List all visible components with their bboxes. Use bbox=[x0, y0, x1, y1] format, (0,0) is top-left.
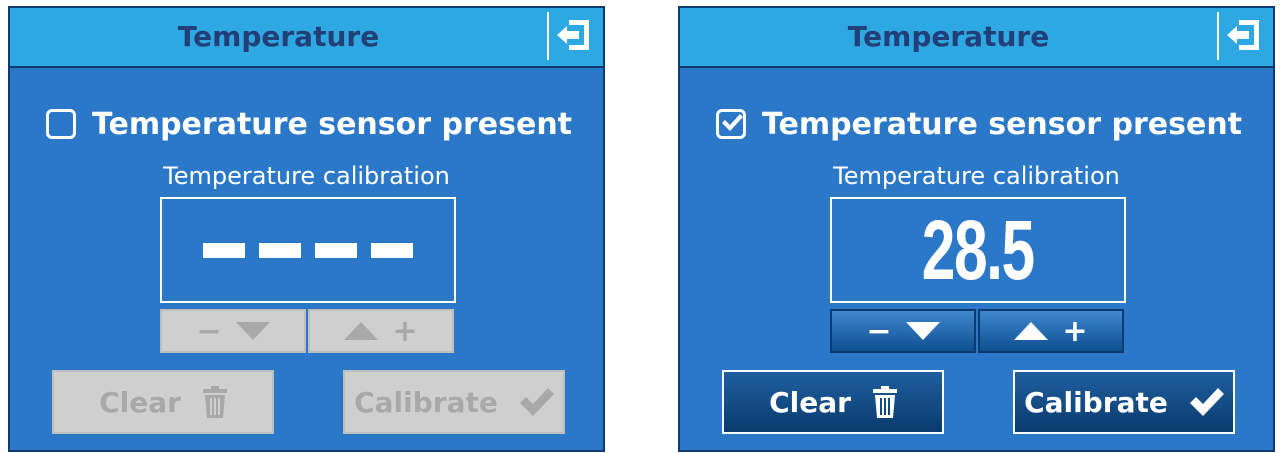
exit-icon bbox=[557, 20, 589, 50]
trash-icon bbox=[872, 386, 897, 418]
calibration-display bbox=[160, 197, 456, 303]
sensor-present-label: Temperature sensor present bbox=[762, 106, 1243, 142]
trash-icon bbox=[202, 386, 227, 418]
checkmark-icon bbox=[519, 388, 554, 416]
checkmark-icon bbox=[1189, 388, 1224, 416]
calibration-label: Temperature calibration bbox=[163, 162, 450, 190]
decrement-button[interactable]: − bbox=[160, 309, 306, 353]
temperature-panel-disabled: Temperature Temperature sensor present T… bbox=[8, 6, 605, 452]
triangle-up-icon bbox=[1014, 322, 1049, 340]
minus-label: − bbox=[866, 313, 892, 349]
triangle-up-icon bbox=[344, 322, 379, 340]
calibration-display: 28.5 bbox=[830, 197, 1126, 303]
empty-value-placeholder bbox=[203, 242, 413, 258]
triangle-down-icon bbox=[905, 322, 940, 340]
increment-button[interactable]: + bbox=[978, 309, 1124, 353]
exit-button[interactable] bbox=[547, 12, 597, 60]
plus-label: + bbox=[1062, 313, 1088, 349]
minus-label: − bbox=[196, 313, 222, 349]
clear-button[interactable]: Clear bbox=[52, 370, 274, 434]
clear-label: Clear bbox=[99, 385, 181, 419]
clear-label: Clear bbox=[769, 385, 851, 419]
calibrate-button[interactable]: Calibrate bbox=[1013, 370, 1235, 434]
title-bar: Temperature bbox=[680, 8, 1273, 68]
calibration-label: Temperature calibration bbox=[833, 162, 1120, 190]
calibrate-label: Calibrate bbox=[354, 385, 498, 419]
checkmark-icon bbox=[722, 114, 743, 131]
clear-button[interactable]: Clear bbox=[722, 370, 944, 434]
exit-icon bbox=[1227, 20, 1259, 50]
sensor-present-checkbox[interactable] bbox=[46, 109, 76, 139]
plus-label: + bbox=[392, 313, 418, 349]
sensor-present-row[interactable]: Temperature sensor present bbox=[716, 104, 1242, 144]
increment-button[interactable]: + bbox=[308, 309, 454, 353]
calibration-value: 28.5 bbox=[922, 203, 1035, 297]
sensor-present-checkbox[interactable] bbox=[716, 109, 746, 139]
panel-title: Temperature bbox=[847, 20, 1050, 53]
sensor-present-row[interactable]: Temperature sensor present bbox=[46, 104, 572, 144]
exit-button[interactable] bbox=[1217, 12, 1267, 60]
decrement-button[interactable]: − bbox=[830, 309, 976, 353]
sensor-present-label: Temperature sensor present bbox=[92, 106, 573, 142]
calibrate-label: Calibrate bbox=[1024, 385, 1168, 419]
temperature-panel-enabled: Temperature Temperature sensor present T… bbox=[678, 6, 1275, 452]
calibrate-button[interactable]: Calibrate bbox=[343, 370, 565, 434]
triangle-down-icon bbox=[235, 322, 270, 340]
title-bar: Temperature bbox=[10, 8, 603, 68]
panel-title: Temperature bbox=[177, 20, 380, 53]
